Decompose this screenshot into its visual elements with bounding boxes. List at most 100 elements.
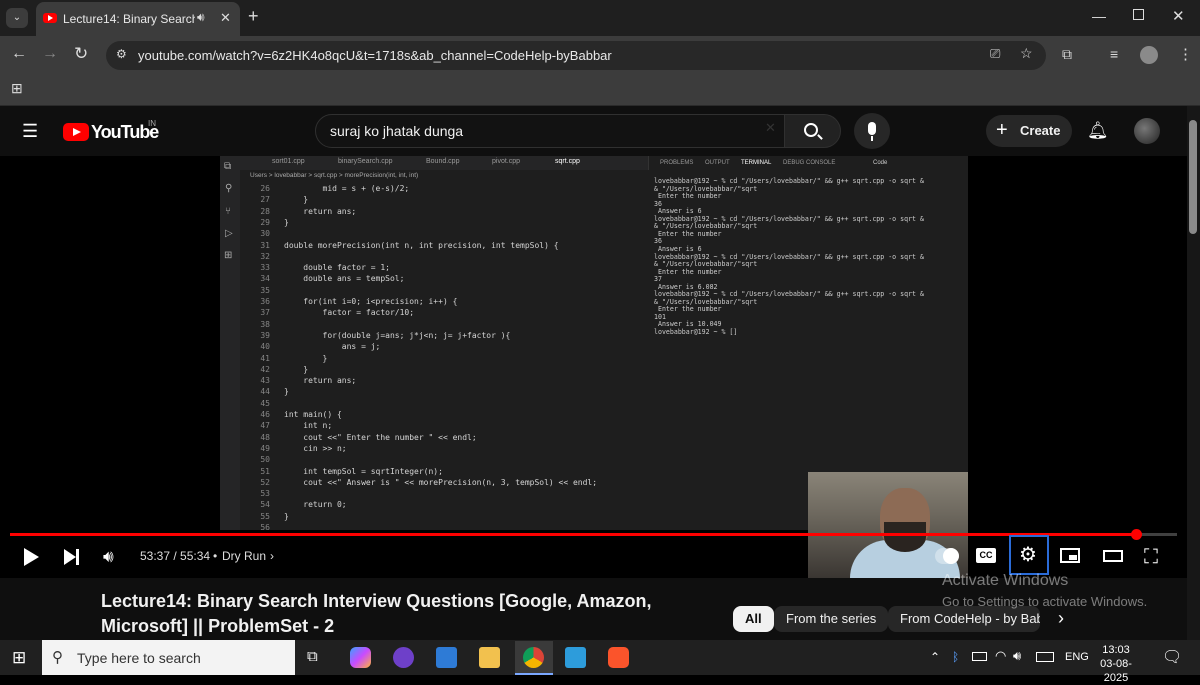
code-line: 48 cout <<" Enter the number " << endl; xyxy=(240,432,648,443)
line-number: 45 xyxy=(260,398,270,408)
profile-avatar[interactable] xyxy=(1140,46,1158,64)
forward-icon[interactable]: → xyxy=(42,45,58,63)
code-text: return 0; xyxy=(284,500,347,510)
chip-from-channel[interactable]: From CodeHelp - by Babb xyxy=(888,606,1040,632)
activate-windows-subtitle: Go to Settings to activate Windows. xyxy=(942,594,1148,609)
miniplayer-icon xyxy=(1069,555,1077,560)
brave-icon[interactable] xyxy=(608,647,629,668)
play-icon xyxy=(24,548,39,566)
miniplayer-button[interactable] xyxy=(1060,548,1080,563)
account-avatar[interactable] xyxy=(1134,118,1160,144)
notifications-bell-icon[interactable]: 🔔︎ xyxy=(1087,121,1109,141)
browser-menu-icon[interactable]: ⋮ xyxy=(1178,45,1193,63)
battery-icon[interactable] xyxy=(972,652,987,661)
voice-search-button[interactable] xyxy=(854,113,890,149)
line-number: 38 xyxy=(260,319,270,329)
captions-button[interactable]: CC xyxy=(976,548,996,563)
panel-tab: DEBUG CONSOLE xyxy=(783,160,836,166)
input-language[interactable]: ENG xyxy=(1065,651,1089,663)
search-icon-handle xyxy=(817,134,823,140)
new-tab-button[interactable]: + xyxy=(248,6,259,27)
code-line: 55} xyxy=(240,511,648,522)
reload-icon[interactable]: ↻ xyxy=(74,44,88,64)
code-text: return ans; xyxy=(284,206,357,216)
line-number: 41 xyxy=(260,353,270,363)
editor-tab: binarySearch.cpp xyxy=(338,158,393,165)
code-line: 56 xyxy=(240,522,648,533)
next-button[interactable] xyxy=(62,546,84,568)
chip-from-series[interactable]: From the series xyxy=(774,606,889,632)
terminal-line: lovebabbar@192 ~ % [] xyxy=(654,328,738,336)
apps-grid-icon[interactable]: ⊞ xyxy=(11,80,23,97)
taskbar-clock[interactable]: 13:03 03-08-2025 xyxy=(1091,643,1141,685)
settings-button[interactable]: ⚙︎ xyxy=(1009,535,1049,575)
site-info-icon[interactable]: ⚙︎ xyxy=(116,47,127,61)
search-input[interactable]: suraj ko jhatak dunga xyxy=(315,114,785,148)
code-line: 39 for(double j=ans; j*j<n; j= j+factor … xyxy=(240,330,648,341)
chip-all[interactable]: All xyxy=(733,606,774,632)
windows-start-icon[interactable]: ⊞ xyxy=(12,648,26,668)
minimize-icon[interactable]: — xyxy=(1092,8,1106,24)
line-number: 51 xyxy=(260,466,270,476)
line-number: 42 xyxy=(260,364,270,374)
time-separator-dot: • xyxy=(213,549,218,563)
tab-close-icon[interactable]: ✕ xyxy=(220,10,231,26)
copilot-icon[interactable] xyxy=(350,647,371,668)
ms-store-icon[interactable] xyxy=(565,647,586,668)
clear-search-icon[interactable]: ✕ xyxy=(765,120,776,136)
code-text: double factor = 1; xyxy=(284,263,390,273)
remote-desktop-icon[interactable] xyxy=(436,647,457,668)
create-label: Create xyxy=(1020,123,1061,138)
play-button[interactable] xyxy=(20,546,42,568)
terminal-line: Enter the number xyxy=(654,267,722,276)
fullscreen-button[interactable]: ⛶ xyxy=(1144,546,1166,568)
autoplay-toggle[interactable] xyxy=(935,548,959,564)
wifi-icon[interactable]: ◠ xyxy=(995,648,1006,664)
line-number: 29 xyxy=(260,217,270,227)
media-controls-icon[interactable]: ≡ xyxy=(1110,46,1118,62)
volume-button[interactable]: 🔊︎ xyxy=(103,546,125,568)
hamburger-menu-icon[interactable]: ☰ xyxy=(22,121,38,142)
install-app-icon[interactable]: ⎚ xyxy=(990,46,1000,62)
address-bar[interactable]: ⚙︎ youtube.com/watch?v=6z2HK4o8qcU&t=171… xyxy=(106,41,1046,70)
volume-tray-icon[interactable]: 🔊︎ xyxy=(1013,648,1021,664)
code-line: 34 double ans = tempSol; xyxy=(240,273,648,284)
notification-center-icon[interactable]: 🗨︎ xyxy=(1162,647,1182,667)
extensions-icon[interactable]: ⧉ xyxy=(1062,46,1072,63)
bookmark-star-icon[interactable]: ☆ xyxy=(1020,45,1033,62)
line-number: 52 xyxy=(260,477,270,487)
activate-windows-title: Activate Windows xyxy=(942,572,1069,589)
chapter-button[interactable]: Dry Run › xyxy=(222,549,274,563)
code-text: for(int i=0; i<precision; i++) { xyxy=(284,297,458,306)
youtube-play-triangle-icon xyxy=(73,128,81,136)
file-explorer-icon[interactable] xyxy=(479,647,500,668)
show-hidden-icons-icon[interactable]: ⌃ xyxy=(930,650,940,664)
tab-search-button[interactable]: ⌄ xyxy=(6,8,28,28)
code-line: 42 } xyxy=(240,364,648,375)
chips-next-icon[interactable]: › xyxy=(1058,608,1064,629)
gear-icon: ⚙︎ xyxy=(1019,544,1037,566)
speaker-icon[interactable]: 🔊︎ xyxy=(197,10,205,25)
github-desktop-icon[interactable] xyxy=(393,647,414,668)
line-number: 36 xyxy=(260,297,270,306)
autoplay-knob-icon xyxy=(943,548,959,564)
create-button[interactable]: + Create xyxy=(986,115,1072,147)
keyboard-icon[interactable] xyxy=(1036,652,1054,662)
youtube-logo[interactable]: YouTube IN xyxy=(63,119,163,143)
explorer-icon: ⧉ xyxy=(224,161,232,172)
code-line: 27 } xyxy=(240,194,648,205)
scrollbar-thumb[interactable] xyxy=(1189,120,1197,234)
search-button[interactable] xyxy=(785,114,841,148)
code-text: double morePrecision(int n, int precisio… xyxy=(284,240,559,250)
bluetooth-icon[interactable]: ᛒ xyxy=(952,650,959,664)
theater-mode-button[interactable] xyxy=(1103,550,1123,562)
restore-icon[interactable] xyxy=(1133,9,1144,20)
back-icon[interactable]: ← xyxy=(11,45,27,63)
task-view-icon[interactable]: ⧉ xyxy=(307,648,318,665)
line-number: 30 xyxy=(260,229,270,239)
taskbar-search-box[interactable]: ⚲ Type here to search xyxy=(42,640,295,675)
browser-tab-active[interactable]: Lecture14: Binary Search Int 🔊︎ ✕ xyxy=(36,2,240,36)
taskbar-search-icon: ⚲ xyxy=(52,649,63,666)
code-line: 49 cin >> n; xyxy=(240,443,648,454)
close-window-icon[interactable]: ✕ xyxy=(1172,7,1185,25)
